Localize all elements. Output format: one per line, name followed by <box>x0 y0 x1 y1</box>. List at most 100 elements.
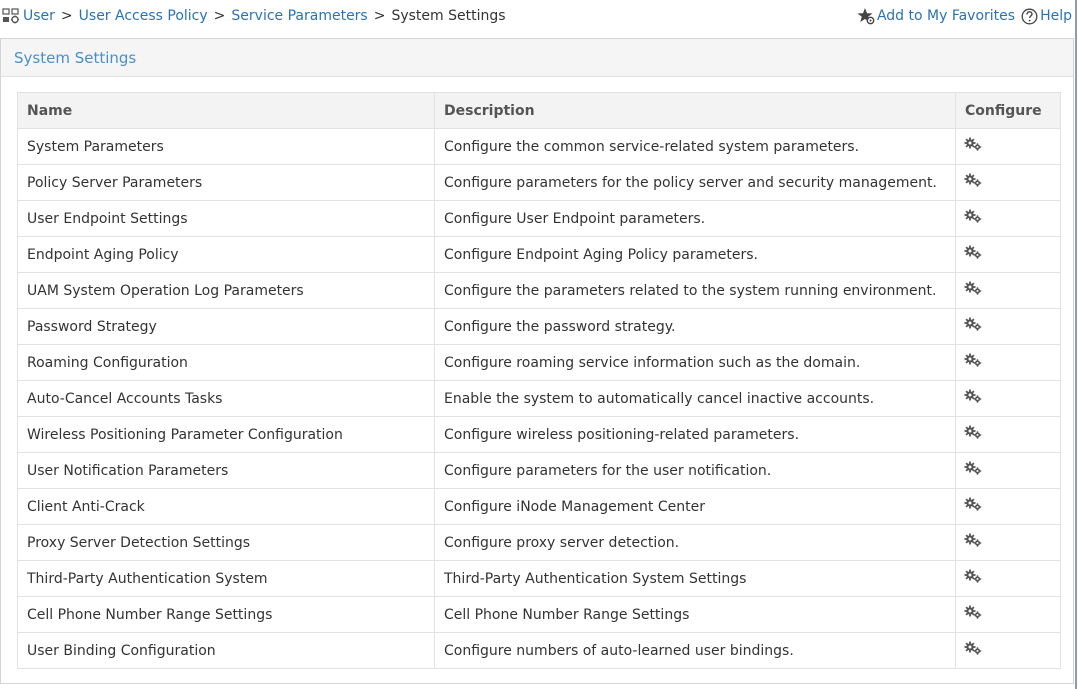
table-row: Roaming Configuration Configure roaming … <box>17 344 1061 381</box>
help-link[interactable]: Help <box>1021 8 1072 25</box>
top-bar: User > User Access Policy > Service Para… <box>0 0 1078 32</box>
setting-name: Policy Server Parameters <box>17 164 435 201</box>
configure-cell <box>955 344 1061 381</box>
question-circle-icon <box>1021 8 1038 24</box>
setting-description: Configure the password strategy. <box>434 308 956 345</box>
breadcrumb-link-user-access-policy[interactable]: User Access Policy <box>79 8 208 24</box>
gears-icon[interactable] <box>964 353 982 367</box>
table-row: System Parameters Configure the common s… <box>17 128 1061 165</box>
setting-name: Proxy Server Detection Settings <box>17 524 435 561</box>
setting-name: User Notification Parameters <box>17 452 435 489</box>
setting-description: Enable the system to automatically cance… <box>434 380 956 417</box>
table-row: User Notification Parameters Configure p… <box>17 452 1061 489</box>
setting-description: Configure roaming service information su… <box>434 344 956 381</box>
configure-cell <box>955 380 1061 417</box>
user-group-icon <box>2 8 19 24</box>
table-row: User Endpoint Settings Configure User En… <box>17 200 1061 237</box>
setting-description: Configure User Endpoint parameters. <box>434 200 956 237</box>
gears-icon[interactable] <box>964 281 982 295</box>
configure-cell <box>955 488 1061 525</box>
setting-name: Wireless Positioning Parameter Configura… <box>17 416 435 453</box>
setting-description: Configure parameters for the policy serv… <box>434 164 956 201</box>
add-to-favorites-label: Add to My Favorites <box>876 8 1016 24</box>
top-actions: Add to My Favorites Help <box>857 5 1072 27</box>
window-right-border <box>1075 0 1077 689</box>
table-row: Cell Phone Number Range Settings Cell Ph… <box>17 596 1061 633</box>
gears-icon[interactable] <box>964 497 982 511</box>
star-gear-icon <box>857 8 875 25</box>
setting-description: Configure Endpoint Aging Policy paramete… <box>434 236 956 273</box>
add-to-favorites-link[interactable]: Add to My Favorites <box>857 7 1015 25</box>
panel-header: System Settings <box>1 39 1073 77</box>
gears-icon[interactable] <box>964 173 982 187</box>
gears-icon[interactable] <box>964 425 982 439</box>
setting-name: Password Strategy <box>17 308 435 345</box>
table-row: Policy Server Parameters Configure param… <box>17 164 1061 201</box>
setting-name: Cell Phone Number Range Settings <box>17 596 435 633</box>
setting-description: Configure iNode Management Center <box>434 488 956 525</box>
column-header-name[interactable]: Name <box>17 92 435 129</box>
setting-name: UAM System Operation Log Parameters <box>17 272 435 309</box>
breadcrumb-current: System Settings <box>391 8 506 24</box>
table-row: Auto-Cancel Accounts Tasks Enable the sy… <box>17 380 1061 417</box>
table-row: Proxy Server Detection Settings Configur… <box>17 524 1061 561</box>
setting-description: Configure numbers of auto-learned user b… <box>434 632 956 669</box>
configure-cell <box>955 128 1061 165</box>
column-header-configure: Configure <box>955 92 1061 129</box>
configure-cell <box>955 452 1061 489</box>
configure-cell <box>955 632 1061 669</box>
configure-cell <box>955 416 1061 453</box>
gears-icon[interactable] <box>964 605 982 619</box>
column-header-description[interactable]: Description <box>434 92 956 129</box>
setting-name: User Endpoint Settings <box>17 200 435 237</box>
settings-table: Name Description Configure System Parame… <box>17 92 1061 669</box>
setting-description: Configure proxy server detection. <box>434 524 956 561</box>
gears-icon[interactable] <box>964 461 982 475</box>
table-row: Password Strategy Configure the password… <box>17 308 1061 345</box>
configure-cell <box>955 200 1061 237</box>
setting-name: System Parameters <box>17 128 435 165</box>
setting-description: Configure the parameters related to the … <box>434 272 956 309</box>
breadcrumb-separator: > <box>373 8 386 24</box>
table-header-row: Name Description Configure <box>17 92 1061 129</box>
gears-icon[interactable] <box>964 389 982 403</box>
table-row: Third-Party Authentication System Third-… <box>17 560 1061 597</box>
breadcrumb-link-service-parameters[interactable]: Service Parameters <box>231 8 367 24</box>
gears-icon[interactable] <box>964 137 982 151</box>
gears-icon[interactable] <box>964 245 982 259</box>
gears-icon[interactable] <box>964 317 982 331</box>
breadcrumb-separator: > <box>213 8 226 24</box>
setting-name: User Binding Configuration <box>17 632 435 669</box>
table-row: UAM System Operation Log Parameters Conf… <box>17 272 1061 309</box>
configure-cell <box>955 560 1061 597</box>
setting-name: Third-Party Authentication System <box>17 560 435 597</box>
table-row: Wireless Positioning Parameter Configura… <box>17 416 1061 453</box>
configure-cell <box>955 596 1061 633</box>
system-settings-panel: System Settings Name Description Configu… <box>0 38 1074 684</box>
configure-cell <box>955 524 1061 561</box>
table-row: Client Anti-Crack Configure iNode Manage… <box>17 488 1061 525</box>
gears-icon[interactable] <box>964 533 982 547</box>
configure-cell <box>955 164 1061 201</box>
configure-cell <box>955 236 1061 273</box>
setting-description: Cell Phone Number Range Settings <box>434 596 956 633</box>
help-label: Help <box>1040 8 1072 24</box>
table-row: User Binding Configuration Configure num… <box>17 632 1061 669</box>
breadcrumb-link-user[interactable]: User <box>23 8 55 24</box>
configure-cell <box>955 272 1061 309</box>
setting-name: Roaming Configuration <box>17 344 435 381</box>
table-row: Endpoint Aging Policy Configure Endpoint… <box>17 236 1061 273</box>
setting-name: Client Anti-Crack <box>17 488 435 525</box>
gears-icon[interactable] <box>964 641 982 655</box>
setting-description: Configure the common service-related sys… <box>434 128 956 165</box>
configure-cell <box>955 308 1061 345</box>
gears-icon[interactable] <box>964 209 982 223</box>
breadcrumb: User > User Access Policy > Service Para… <box>2 6 506 26</box>
setting-description: Configure parameters for the user notifi… <box>434 452 956 489</box>
setting-name: Auto-Cancel Accounts Tasks <box>17 380 435 417</box>
breadcrumb-separator: > <box>60 8 73 24</box>
setting-description: Third-Party Authentication System Settin… <box>434 560 956 597</box>
setting-description: Configure wireless positioning-related p… <box>434 416 956 453</box>
gears-icon[interactable] <box>964 569 982 583</box>
setting-name: Endpoint Aging Policy <box>17 236 435 273</box>
